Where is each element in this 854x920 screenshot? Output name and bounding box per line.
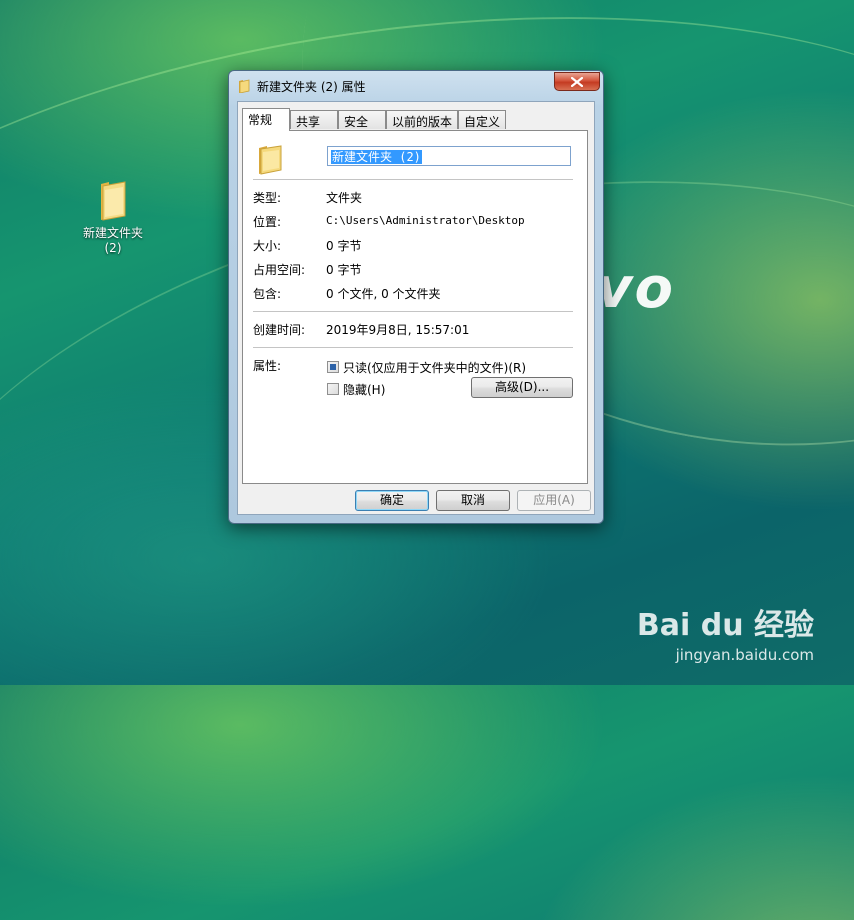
folder-name-text: 新建文件夹 (2) [331,150,422,164]
type-value: 文件夹 [326,191,363,205]
contains-label: 包含: [253,287,282,301]
desktop-icon-label-suffix: (2) [104,241,122,255]
dialog-client-area: 常规 共享 安全 以前的版本 自定义 新建文件夹 (2) 类型: 文件夹 位置:… [237,101,595,515]
created-value: 2019年9月8日, 15:57:01 [326,323,470,337]
folder-icon [101,181,126,221]
readonly-checkbox[interactable] [327,361,339,373]
dialog-title: 新建文件夹 (2) 属性 [257,80,366,94]
desktop-icon-label: 新建文件夹 [82,226,143,240]
contains-value: 0 个文件, 0 个文件夹 [326,287,441,301]
separator [253,179,573,181]
wallpaper-logo: vo [596,256,675,321]
properties-dialog: 新建文件夹 (2) 属性 常规 共享 安全 以前的版本 自定义 新建文件夹 (2… [228,70,604,524]
tab-customize[interactable]: 自定义 [458,110,506,129]
hidden-checkbox[interactable] [327,383,339,395]
tab-previous-versions[interactable]: 以前的版本 [386,110,458,129]
created-label: 创建时间: [253,323,306,337]
folder-icon [239,79,250,93]
cancel-button[interactable]: 取消 [436,490,510,511]
close-icon [571,77,583,87]
separator [253,311,573,313]
folder-name-input[interactable]: 新建文件夹 (2) [327,146,571,166]
desktop-folder-icon[interactable]: 新建文件夹 (2) [78,178,148,256]
hidden-label[interactable]: 隐藏(H) [343,381,385,398]
readonly-label[interactable]: 只读(仅应用于文件夹中的文件)(R) [343,359,526,376]
attributes-label: 属性: [253,359,282,373]
disk-size-label: 占用空间: [253,263,306,277]
tab-general[interactable]: 常规 [242,108,290,131]
watermark: Bai du 经验 jingyan.baidu.com [637,600,814,664]
tab-sharing[interactable]: 共享 [290,110,338,129]
type-label: 类型: [253,191,282,205]
title-bar[interactable]: 新建文件夹 (2) 属性 [229,71,603,99]
location-label: 位置: [253,215,282,229]
tab-security[interactable]: 安全 [338,110,386,129]
advanced-button[interactable]: 高级(D)... [471,377,573,398]
ok-button[interactable]: 确定 [355,490,429,511]
apply-button[interactable]: 应用(A) [517,490,591,511]
folder-icon [259,145,282,175]
separator [253,347,573,349]
size-value: 0 字节 [326,239,362,253]
location-value: C:\Users\Administrator\Desktop [326,214,525,227]
disk-size-value: 0 字节 [326,263,362,277]
close-button[interactable] [554,72,600,91]
size-label: 大小: [253,239,282,253]
watermark-url: jingyan.baidu.com [675,646,814,664]
general-tab-panel: 新建文件夹 (2) 类型: 文件夹 位置: C:\Users\Administr… [242,130,588,484]
watermark-main: Bai du 经验 [636,608,814,643]
